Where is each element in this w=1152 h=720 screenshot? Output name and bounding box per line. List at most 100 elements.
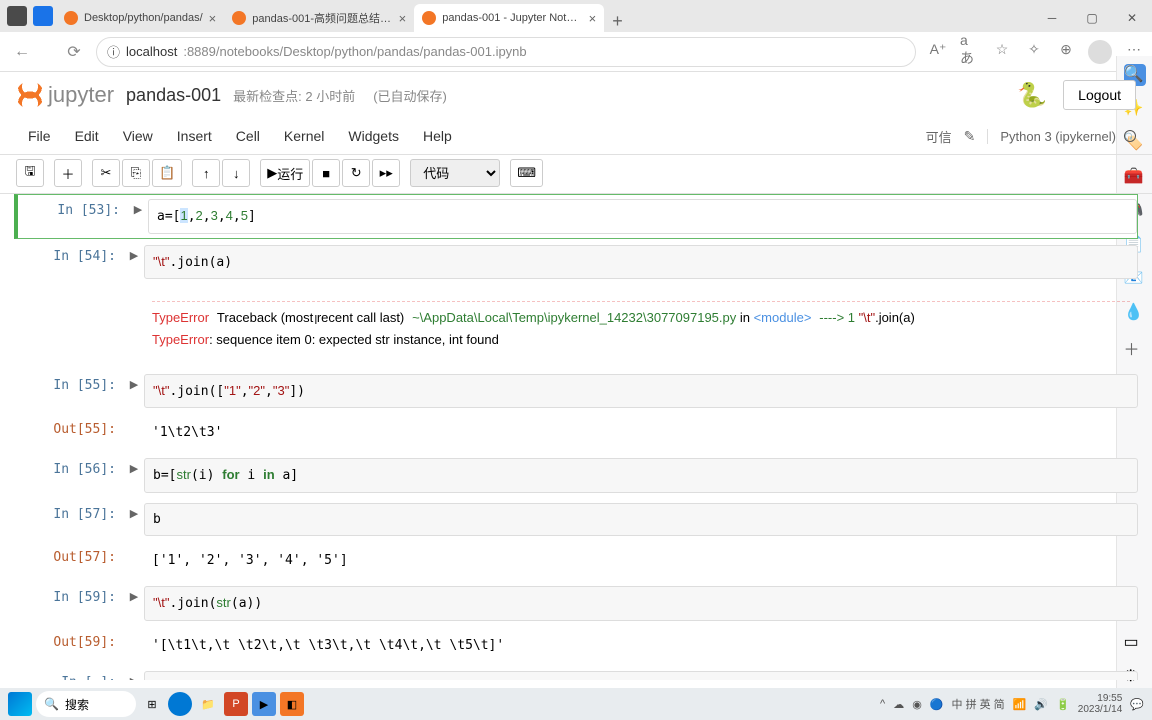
menu-widgets[interactable]: Widgets <box>336 122 411 150</box>
code-input[interactable]: "\t".join(str(a)) <box>144 586 1138 621</box>
app-icon-2[interactable]: ◧ <box>280 692 304 716</box>
menu-help[interactable]: Help <box>411 122 464 150</box>
url-input[interactable]: ⓘ localhost:8889/notebooks/Desktop/pytho… <box>96 37 916 67</box>
code-input[interactable]: b <box>144 503 1138 537</box>
input-prompt: In [59]: <box>14 586 124 621</box>
output-text: ['1', '2', '3', '4', '5'] <box>144 546 1138 576</box>
paste-button[interactable]: 📋 <box>152 159 182 187</box>
tray-chevron-icon[interactable]: ^ <box>880 698 885 710</box>
notebook-area[interactable]: In [53]: ▶ a=[1,2,3,4,5] In [54]: ▶ "\t"… <box>0 194 1152 680</box>
menu-view[interactable]: View <box>111 122 165 150</box>
insert-cell-button[interactable]: ＋ <box>54 159 82 187</box>
output-prompt: Out[57]: <box>14 546 124 576</box>
run-cell-icon[interactable]: ▶ <box>124 503 144 537</box>
collections-icon[interactable]: ⊕ <box>1056 40 1076 60</box>
jupyter-favicon <box>422 11 436 25</box>
back-button[interactable]: ← <box>8 38 36 66</box>
edge-icon[interactable] <box>168 692 192 716</box>
input-prompt: In [56]: <box>14 458 124 493</box>
code-input[interactable]: b=list(map(str,a)) <box>144 671 1138 680</box>
address-bar: ← ⟳ ⓘ localhost:8889/notebooks/Desktop/p… <box>0 32 1152 72</box>
browser-tab-3[interactable]: pandas-001 - Jupyter Notebook × <box>414 4 604 32</box>
powerpoint-icon[interactable]: P <box>224 692 248 716</box>
maximize-button[interactable]: ▢ <box>1072 4 1112 32</box>
error-output: TypeError Traceback (most recent call la… <box>144 289 1138 364</box>
browser-tab-1[interactable]: Desktop/python/pandas/ × <box>56 4 224 32</box>
menu-insert[interactable]: Insert <box>165 122 224 150</box>
task-view-icon[interactable]: ⊞ <box>140 692 164 716</box>
tab-strip-icon[interactable] <box>7 6 27 26</box>
interrupt-button[interactable]: ■ <box>312 159 340 187</box>
taskbar-search[interactable]: 🔍 搜索 <box>36 691 136 717</box>
close-tab-icon[interactable]: × <box>399 11 407 26</box>
restart-button[interactable]: ↻ <box>342 159 370 187</box>
explorer-icon[interactable]: 📁 <box>196 692 220 716</box>
code-cell[interactable]: In [ ]: ▶ b=list(map(str,a)) <box>14 667 1138 680</box>
minimize-button[interactable]: ─ <box>1032 4 1072 32</box>
menu-kernel[interactable]: Kernel <box>272 122 336 150</box>
translate-icon[interactable]: aあ <box>960 40 980 60</box>
code-input[interactable]: "\t".join(a) <box>144 245 1138 280</box>
menu-edit[interactable]: Edit <box>63 122 111 150</box>
run-cell-icon[interactable]: ▶ <box>124 374 144 409</box>
run-cell-icon[interactable]: ▶ <box>124 245 144 280</box>
refresh-button[interactable]: ⟳ <box>60 38 88 66</box>
battery-icon[interactable]: 🔋 <box>1056 698 1070 711</box>
favorites-bar-icon[interactable]: ✧ <box>1024 40 1044 60</box>
edit-mode-icon[interactable]: ✎ <box>964 128 976 145</box>
copy-button[interactable]: ⎘ <box>122 159 150 187</box>
close-window-button[interactable]: ✕ <box>1112 4 1152 32</box>
move-up-button[interactable]: ↑ <box>192 159 220 187</box>
window-controls: ─ ▢ ✕ <box>1032 4 1152 32</box>
clock[interactable]: 19:552023/1/14 <box>1078 693 1123 715</box>
run-cell-icon[interactable]: ▶ <box>124 586 144 621</box>
cut-button[interactable]: ✂ <box>92 159 120 187</box>
wifi-icon[interactable]: 📶 <box>1013 698 1027 711</box>
notebook-title[interactable]: pandas-001 <box>126 85 221 106</box>
favorites-icon[interactable]: ☆ <box>992 40 1012 60</box>
code-cell[interactable]: In [59]: ▶ "\t".join(str(a)) <box>14 582 1138 625</box>
jupyter-favicon <box>232 11 246 25</box>
output-prompt: Out[55]: <box>14 418 124 448</box>
command-palette-button[interactable]: ⌨ <box>510 159 543 187</box>
run-button[interactable]: ▶ 运行 <box>260 159 310 187</box>
cell-type-select[interactable]: 代码 <box>410 159 500 187</box>
code-input[interactable]: "\t".join(["1","2","3"]) <box>144 374 1138 409</box>
notification-icon[interactable]: 💬 <box>1130 698 1144 711</box>
tray-icon[interactable]: ◉ <box>912 698 922 711</box>
ime-indicator[interactable]: 中 拼 英 简 <box>952 696 1005 712</box>
close-tab-icon[interactable]: × <box>209 11 217 26</box>
code-cell[interactable]: In [56]: ▶ b=[str(i) for i in a] <box>14 454 1138 497</box>
browser-tab-2[interactable]: pandas-001-高频问题总结 - Jupy × <box>224 4 414 32</box>
code-cell[interactable]: In [53]: ▶ a=[1,2,3,4,5] <box>14 194 1138 239</box>
output-text: '1\t2\t3' <box>144 418 1138 448</box>
code-cell[interactable]: In [54]: ▶ "\t".join(a) <box>14 241 1138 284</box>
profile-avatar[interactable] <box>1088 40 1112 64</box>
menu-file[interactable]: File <box>16 122 63 150</box>
volume-icon[interactable]: 🔊 <box>1034 698 1048 711</box>
run-cell-icon[interactable]: ▶ <box>124 458 144 493</box>
app-icon[interactable]: ▶ <box>252 692 276 716</box>
code-cell[interactable]: In [55]: ▶ "\t".join(["1","2","3"]) <box>14 370 1138 413</box>
logout-button[interactable]: Logout <box>1063 80 1136 110</box>
jupyter-logo[interactable]: jupyter <box>16 81 114 109</box>
code-input[interactable]: a=[1,2,3,4,5] <box>148 199 1137 234</box>
start-button[interactable] <box>8 692 32 716</box>
restart-run-all-button[interactable]: ▸▸ <box>372 159 400 187</box>
tray-icon[interactable]: 🔵 <box>930 698 944 711</box>
kernel-indicator[interactable]: Python 3 (ipykernel) <box>1000 129 1116 144</box>
code-input[interactable]: b=[str(i) for i in a] <box>144 458 1138 493</box>
code-cell[interactable]: In [57]: ▶ b <box>14 499 1138 541</box>
run-cell-icon[interactable]: ▶ <box>128 199 148 234</box>
new-tab-button[interactable]: + <box>604 11 631 32</box>
move-down-button[interactable]: ↓ <box>222 159 250 187</box>
info-icon: ⓘ <box>107 42 120 61</box>
menu-cell[interactable]: Cell <box>224 122 272 150</box>
onedrive-icon[interactable]: ☁ <box>893 698 904 711</box>
save-button[interactable]: 🖫 <box>16 159 44 187</box>
read-aloud-icon[interactable]: A⁺ <box>928 40 948 60</box>
tab-strip-icon-2[interactable] <box>33 6 53 26</box>
close-tab-icon[interactable]: × <box>589 11 597 26</box>
menu-bar: File Edit View Insert Cell Kernel Widget… <box>0 118 1152 155</box>
run-cell-icon[interactable]: ▶ <box>124 671 144 680</box>
